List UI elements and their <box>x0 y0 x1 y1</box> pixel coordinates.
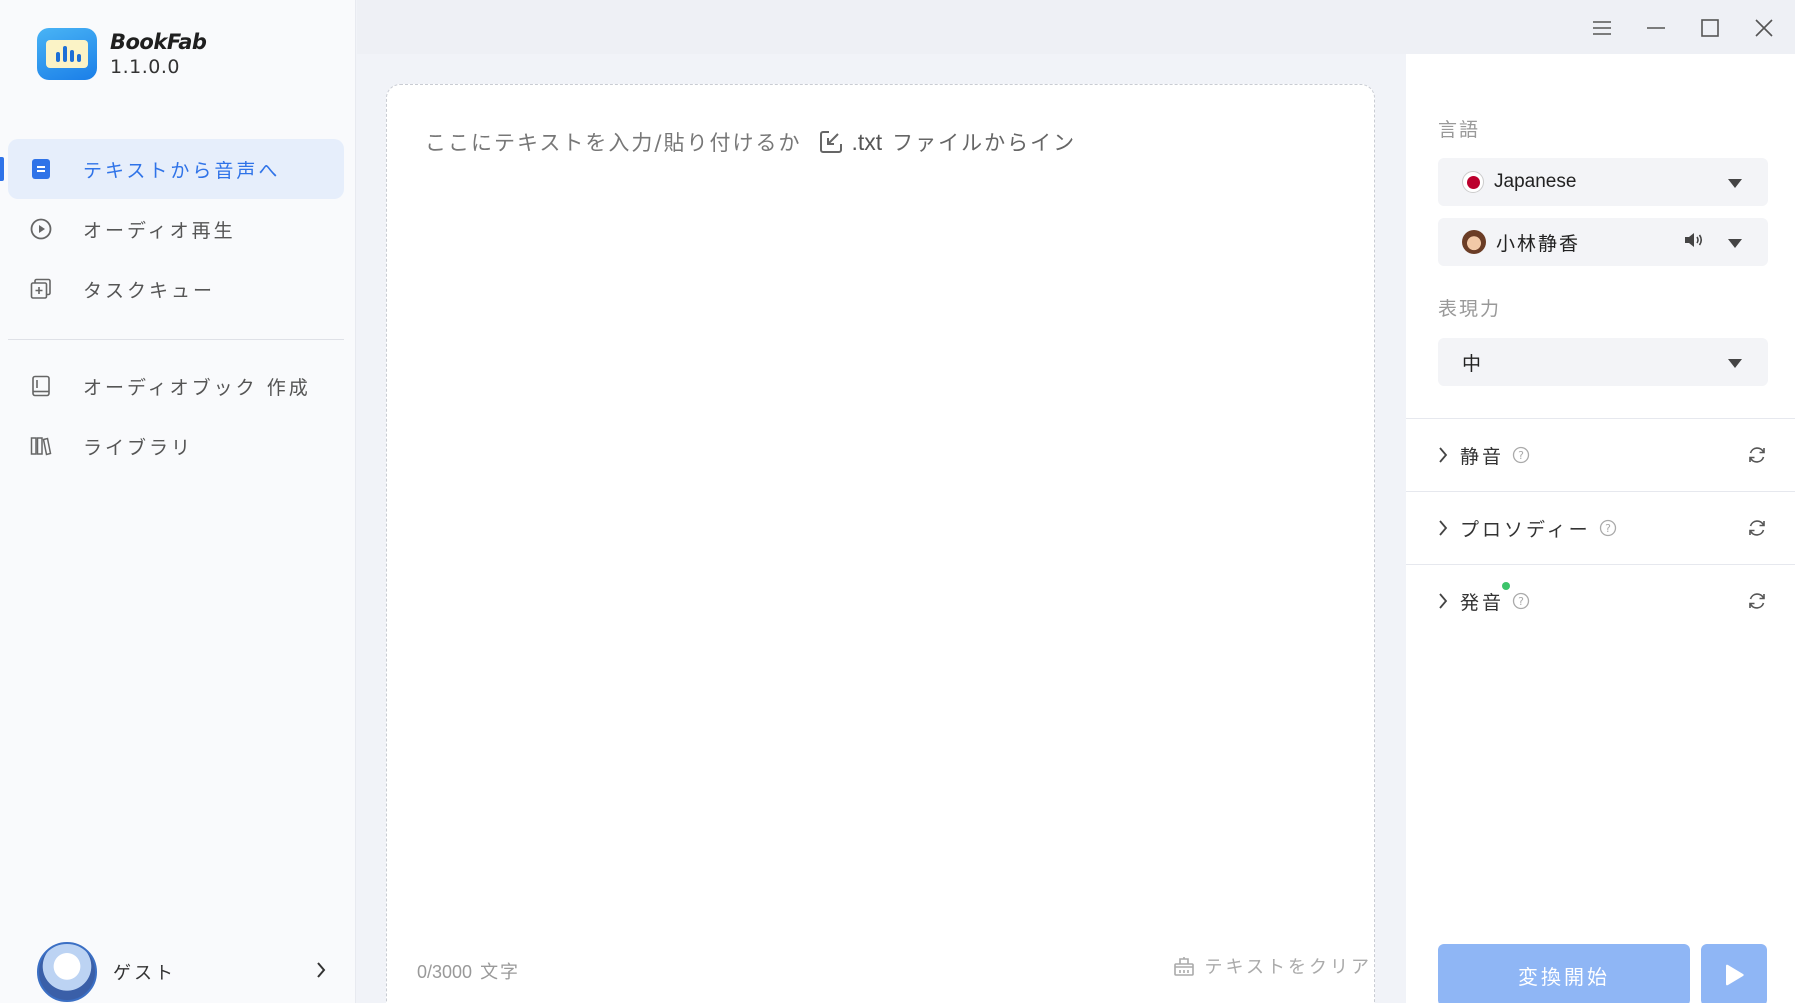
section-pronunciation[interactable]: 発音 ? <box>1406 564 1795 637</box>
sidebar-item-label: オーディオブック 作成 <box>83 376 311 399</box>
sidebar: BookFab 1.1.0.0 テキストから音声へ オーディオ再生 タスクキュー… <box>0 0 356 1003</box>
section-prosody[interactable]: プロソディー ? <box>1406 491 1795 564</box>
document-icon <box>29 157 53 181</box>
caret-down-icon <box>1728 173 1742 192</box>
maximize-icon <box>1701 19 1719 37</box>
chevron-right-icon <box>1439 447 1448 463</box>
user-profile[interactable]: ゲスト <box>37 942 327 1002</box>
close-icon <box>1755 19 1773 37</box>
char-counter: 0/3000 文字 <box>417 958 520 984</box>
menu-button[interactable] <box>1582 8 1622 48</box>
sidebar-item-label: ライブラリ <box>83 436 194 459</box>
japan-flag-icon <box>1462 171 1484 193</box>
sidebar-item-audiobook-create[interactable]: オーディオブック 作成 <box>8 356 344 416</box>
minimize-icon <box>1647 27 1665 29</box>
minimize-button[interactable] <box>1636 8 1676 48</box>
expressiveness-value: 中 <box>1462 352 1484 375</box>
svg-text:?: ? <box>1518 595 1524 608</box>
task-queue-icon <box>29 277 53 301</box>
reset-icon[interactable] <box>1747 445 1767 465</box>
chevron-right-icon <box>315 961 327 983</box>
start-conversion-button[interactable]: 変換開始 <box>1438 944 1690 1003</box>
import-file-icon <box>820 131 843 153</box>
new-badge-dot <box>1502 581 1511 590</box>
section-title-text: 発音 <box>1460 591 1505 614</box>
import-txt-link[interactable]: .txt ファイルからイン <box>819 127 1076 157</box>
maximize-button[interactable] <box>1690 8 1730 48</box>
title-bar <box>357 0 1795 54</box>
help-icon[interactable]: ? <box>1512 592 1530 610</box>
language-value: Japanese <box>1494 171 1577 192</box>
sidebar-item-library[interactable]: ライブラリ <box>8 416 344 476</box>
import-suffix: ファイルからイン <box>892 131 1077 155</box>
clear-text-label: テキストをクリア <box>1204 957 1372 978</box>
caret-down-icon <box>1728 233 1742 252</box>
voice-value: 小林静香 <box>1496 232 1581 255</box>
sidebar-item-label: オーディオ再生 <box>83 219 236 242</box>
preview-play-button[interactable] <box>1701 944 1767 1003</box>
sidebar-item-label: タスクキュー <box>83 279 216 302</box>
import-ext: .txt <box>851 128 883 155</box>
help-icon[interactable]: ? <box>1512 446 1530 464</box>
bookfab-logo-icon <box>37 28 97 80</box>
editor-placeholder: ここにテキストを入力/貼り付けるか .txt ファイルからイン <box>425 127 1076 157</box>
book-icon <box>29 374 53 398</box>
app-version: 1.1.0.0 <box>110 56 180 78</box>
section-silence[interactable]: 静音 ? <box>1406 418 1795 491</box>
help-icon[interactable]: ? <box>1599 519 1617 537</box>
expressiveness-label: 表現力 <box>1438 298 1502 320</box>
reset-icon[interactable] <box>1747 518 1767 538</box>
chevron-right-icon <box>1439 520 1448 536</box>
close-button[interactable] <box>1744 8 1784 48</box>
settings-panel: 言語 Japanese 小林静香 表現力 中 静音 ? プロソディー ? 発音 … <box>1406 54 1795 1003</box>
section-title: 発音 <box>1460 581 1511 615</box>
sidebar-divider <box>8 339 344 340</box>
sidebar-item-audio-playback[interactable]: オーディオ再生 <box>8 199 344 259</box>
char-count: 0/3000 <box>417 962 473 982</box>
svg-text:?: ? <box>1605 522 1611 535</box>
app-name: BookFab <box>110 30 207 54</box>
section-title: プロソディー <box>1460 518 1591 541</box>
menu-icon <box>1593 21 1611 35</box>
expressiveness-select[interactable]: 中 <box>1438 338 1768 386</box>
sidebar-item-text-to-speech[interactable]: テキストから音声へ <box>0 139 344 199</box>
avatar <box>37 942 97 1002</box>
placeholder-text: ここにテキストを入力/貼り付けるか <box>425 131 802 155</box>
caret-down-icon <box>1728 353 1742 372</box>
language-label: 言語 <box>1438 119 1481 141</box>
clear-text-button[interactable]: テキストをクリア <box>1173 953 1372 979</box>
sidebar-item-label: テキストから音声へ <box>83 159 281 182</box>
voice-select[interactable]: 小林静香 <box>1438 218 1768 266</box>
voice-avatar <box>1462 230 1486 254</box>
chevron-right-icon <box>1439 593 1448 609</box>
text-editor[interactable]: ここにテキストを入力/貼り付けるか .txt ファイルからイン 0/3000 文字… <box>386 84 1375 1003</box>
app-logo: BookFab 1.1.0.0 <box>37 28 207 80</box>
play-circle-icon <box>29 217 53 241</box>
char-unit: 文字 <box>480 962 521 983</box>
main-area: ここにテキストを入力/貼り付けるか .txt ファイルからイン 0/3000 文字… <box>357 54 1405 1003</box>
sidebar-item-task-queue[interactable]: タスクキュー <box>8 259 344 319</box>
clear-icon <box>1173 957 1194 976</box>
speaker-icon[interactable] <box>1684 232 1704 252</box>
user-name: ゲスト <box>113 963 176 984</box>
language-select[interactable]: Japanese <box>1438 158 1768 206</box>
reset-icon[interactable] <box>1747 591 1767 611</box>
svg-text:?: ? <box>1518 449 1524 462</box>
section-title: 静音 <box>1460 445 1505 468</box>
library-icon <box>29 434 53 458</box>
play-icon <box>1726 964 1744 986</box>
